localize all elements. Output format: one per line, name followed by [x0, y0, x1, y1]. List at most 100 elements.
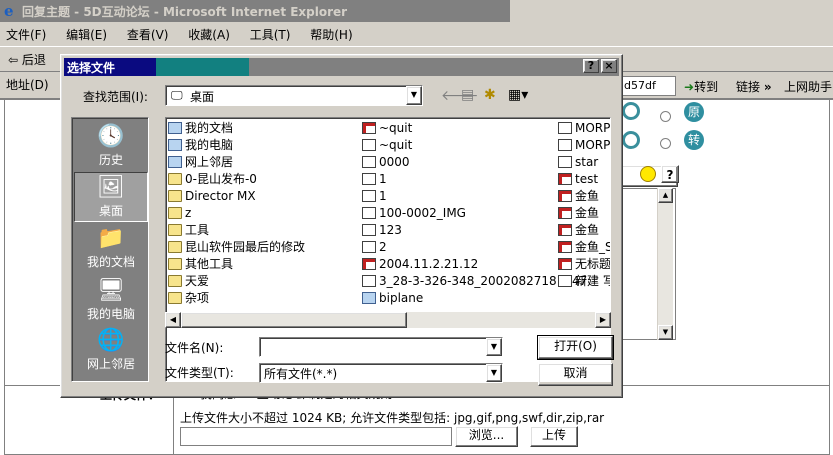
file-icon: [362, 139, 376, 151]
place-history[interactable]: 🕓 历史: [74, 122, 148, 172]
go-button[interactable]: ➜转到: [680, 76, 722, 96]
file-item[interactable]: 100-0002_IMG: [362, 205, 587, 222]
file-item[interactable]: 1: [362, 171, 587, 188]
file-item[interactable]: 天爱: [168, 273, 305, 290]
file-item[interactable]: MORPH: [558, 120, 611, 137]
file-name: MORPH: [575, 121, 611, 135]
dialog-help-button[interactable]: ?: [583, 59, 599, 73]
file-item[interactable]: 无标题: [558, 256, 610, 273]
file-item[interactable]: z: [168, 205, 305, 222]
file-item[interactable]: 其他工具: [168, 256, 305, 273]
file-item[interactable]: 1: [362, 188, 587, 205]
menu-tools[interactable]: 工具(T): [250, 28, 291, 42]
new-folder-icon[interactable]: ✱: [484, 87, 496, 103]
chevron-down-icon[interactable]: ▼: [406, 86, 422, 105]
file-name: 我的电脑: [185, 138, 234, 152]
chevron-down-icon[interactable]: ▼: [486, 364, 502, 382]
open-button[interactable]: 打开(O): [537, 335, 614, 360]
file-item[interactable]: 2004.11.2.21.12: [362, 256, 587, 273]
address-input[interactable]: d57df: [620, 76, 676, 96]
file-item[interactable]: 金鱼: [558, 188, 610, 205]
scroll-right-icon[interactable]: ▶: [595, 312, 611, 328]
upload-file-input[interactable]: [180, 427, 452, 446]
place-network[interactable]: 🌐 网上邻居: [74, 326, 148, 376]
file-item[interactable]: star: [558, 154, 610, 171]
smiley-radio-1[interactable]: [660, 111, 671, 122]
file-item[interactable]: 杂项: [168, 290, 305, 307]
look-in-dropdown[interactable]: 🖵 桌面 ▼: [165, 85, 423, 106]
system-folder-icon: [168, 156, 182, 168]
file-item[interactable]: ~quit: [362, 137, 587, 154]
scroll-thumb[interactable]: [181, 312, 407, 328]
file-item[interactable]: Director MX: [168, 188, 305, 205]
menu-edit[interactable]: 编辑(E): [66, 28, 107, 42]
my-computer-icon: 🖥: [97, 278, 125, 303]
place-desktop[interactable]: 🖼 桌面: [74, 172, 148, 222]
dialog-close-button[interactable]: ×: [601, 59, 617, 73]
file-name: 0-昆山发布-0: [185, 172, 257, 186]
filename-input[interactable]: ▼: [259, 337, 503, 357]
folder-icon: [168, 173, 182, 185]
menu-favorites[interactable]: 收藏(A): [188, 28, 230, 42]
file-icon: [362, 190, 376, 202]
file-item[interactable]: 金鱼: [558, 222, 610, 239]
menu-view[interactable]: 查看(V): [127, 28, 169, 42]
view-menu-icon[interactable]: ▦▾: [508, 87, 528, 103]
file-column: MORPHMORPHstartest金鱼金鱼金鱼金鱼_S无标题新建 写: [558, 120, 611, 290]
file-item[interactable]: test: [558, 171, 610, 188]
helper-button[interactable]: 上网助手: [780, 76, 833, 96]
gear-smiley-icon: [622, 102, 640, 120]
places-bar: 🕓 历史 🖼 桌面 📁 我的文档 🖥 我的电脑 🌐 网上邻居: [71, 117, 149, 382]
upload-limit-text: 上传文件大小不超过 1024 KB; 允许文件类型包括: jpg,gif,png…: [180, 411, 605, 425]
file-name: 123: [379, 223, 402, 237]
links-button[interactable]: 链接 »: [732, 76, 776, 96]
smiley-face-1: 原: [684, 102, 704, 122]
textarea-scrollbar[interactable]: ▲ ▼: [657, 188, 673, 340]
file-list-scrollbar[interactable]: ◀ ▶: [165, 312, 611, 328]
browse-button[interactable]: 浏览...: [455, 426, 518, 447]
file-item[interactable]: 金鱼: [558, 205, 610, 222]
help-cursor-icon[interactable]: ?: [661, 165, 679, 183]
file-item[interactable]: 123: [362, 222, 587, 239]
back-arrow-icon: ⇦: [8, 53, 19, 67]
file-name: 昆山软件园最后的修改: [185, 240, 306, 254]
place-my-documents[interactable]: 📁 我的文档: [74, 224, 148, 274]
scroll-up-icon[interactable]: ▲: [658, 188, 673, 203]
program-icon: [362, 258, 376, 270]
dialog-title-bar: 选择文件: [64, 58, 619, 76]
file-dialog: 选择文件 ? × 查找范围(I): 🖵 桌面 ▼ 🡐 ▤ ✱ ▦▾ 🕓 历史 🖼…: [60, 54, 623, 398]
up-folder-icon[interactable]: ▤: [461, 87, 474, 103]
file-item[interactable]: 我的文档: [168, 120, 305, 137]
file-item[interactable]: 网上邻居: [168, 154, 305, 171]
smiley-insert-icon[interactable]: [640, 166, 656, 182]
file-item[interactable]: 工具: [168, 222, 305, 239]
place-my-computer[interactable]: 🖥 我的电脑: [74, 276, 148, 326]
scroll-down-icon[interactable]: ▼: [658, 325, 673, 340]
file-item[interactable]: 0-昆山发布-0: [168, 171, 305, 188]
file-item[interactable]: 新建 写: [558, 273, 610, 290]
file-item[interactable]: 2: [362, 239, 587, 256]
look-in-value: 桌面: [190, 90, 215, 104]
filetype-dropdown[interactable]: 所有文件(*.*) ▼: [259, 363, 503, 383]
scroll-left-icon[interactable]: ◀: [165, 312, 181, 328]
cancel-button[interactable]: 取消: [538, 363, 613, 386]
file-item[interactable]: 0000: [362, 154, 587, 171]
file-item[interactable]: biplane: [362, 290, 587, 307]
file-item[interactable]: 金鱼_S: [558, 239, 610, 256]
file-item[interactable]: 昆山软件园最后的修改: [168, 239, 305, 256]
chevron-down-icon[interactable]: ▼: [486, 338, 502, 356]
program-icon: [558, 207, 572, 219]
back-button[interactable]: ⇦ 后退: [8, 53, 46, 67]
file-item[interactable]: 3_28-3-326-348_20020827181147: [362, 273, 587, 290]
file-item[interactable]: 我的电脑: [168, 137, 305, 154]
file-item[interactable]: ~quit: [362, 120, 587, 137]
menu-help[interactable]: 帮助(H): [310, 28, 352, 42]
menu-file[interactable]: 文件(F): [6, 28, 46, 42]
history-icon: 🕓: [97, 124, 125, 149]
upload-button[interactable]: 上传: [530, 426, 578, 447]
smiley-radio-2[interactable]: [660, 138, 671, 149]
file-item[interactable]: MORPH: [558, 137, 610, 154]
file-icon: [362, 224, 376, 236]
system-folder-icon: [168, 139, 182, 151]
file-icon: [558, 139, 572, 151]
